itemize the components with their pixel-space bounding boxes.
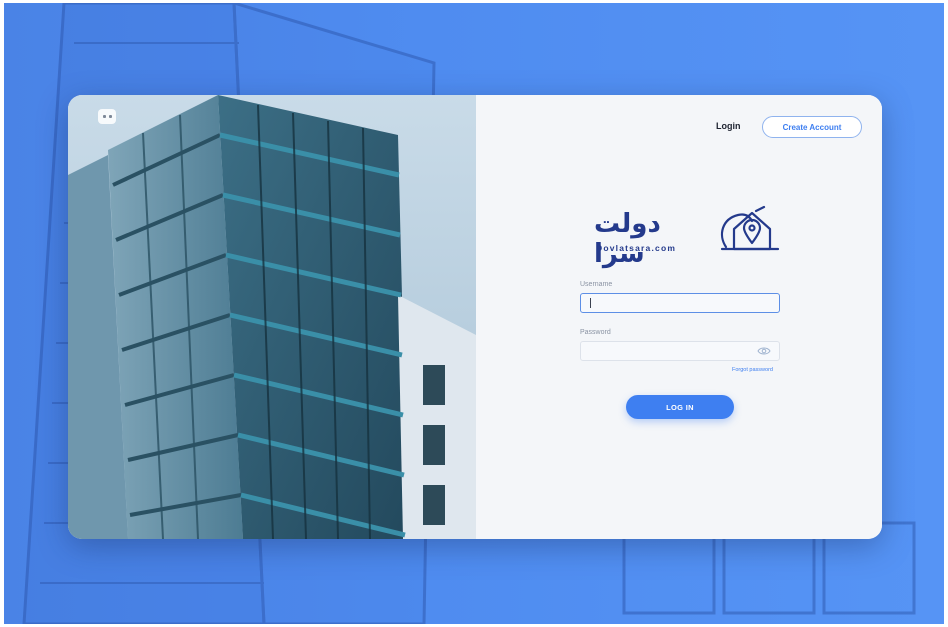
username-label: Username xyxy=(580,281,613,288)
login-link[interactable]: Login xyxy=(716,121,741,131)
brand-domain: Dovlatsara.com xyxy=(596,243,677,253)
username-field[interactable] xyxy=(580,293,780,313)
page-backdrop: Login Create Account دولت سرا Dovlatsara… xyxy=(4,3,944,624)
login-button[interactable]: LOG IN xyxy=(626,395,734,419)
brand-name-fa: دولت سرا xyxy=(594,209,661,269)
login-card: Login Create Account دولت سرا Dovlatsara… xyxy=(68,95,882,539)
eye-icon[interactable] xyxy=(757,346,771,356)
login-panel: Login Create Account دولت سرا Dovlatsara… xyxy=(476,95,882,539)
password-field[interactable] xyxy=(580,341,780,361)
brand-logo: دولت سرا Dovlatsara.com xyxy=(594,199,784,269)
building-illustration xyxy=(68,95,476,539)
text-caret xyxy=(590,298,591,308)
building-photo xyxy=(68,95,476,539)
house-location-pin-icon xyxy=(720,205,780,251)
password-label: Password xyxy=(580,329,611,336)
forgot-password-link[interactable]: Forgot password xyxy=(732,367,773,373)
expand-icon[interactable] xyxy=(98,109,116,124)
create-account-button[interactable]: Create Account xyxy=(762,116,862,138)
